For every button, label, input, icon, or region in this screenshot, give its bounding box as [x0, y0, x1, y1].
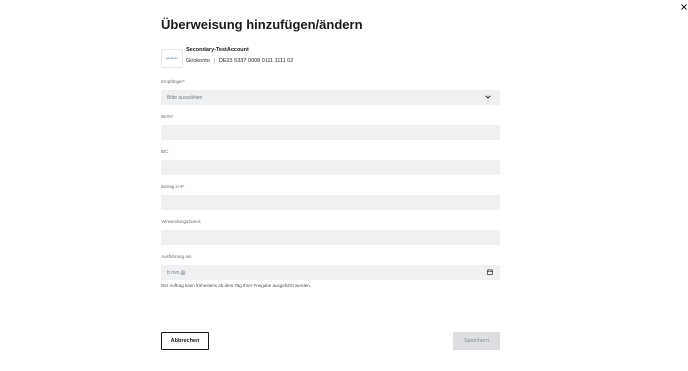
calendar-icon[interactable] [487, 269, 493, 275]
iban-label: IBAN* [161, 114, 174, 119]
account-details: Girokonto DE23 5337 0008 0111 1111 02 [186, 58, 293, 64]
account-type: Girokonto [186, 58, 210, 64]
execution-date-label: Ausführung am [161, 254, 192, 259]
execution-date-input[interactable] [167, 265, 500, 280]
account-iban: DE23 5337 0008 0111 1111 02 [218, 58, 294, 64]
purpose-input[interactable] [167, 230, 500, 245]
recipient-label: Empfänger* [161, 79, 185, 84]
iban-input[interactable] [167, 125, 500, 140]
dialog-title: Überweisung hinzufügen/ändern [161, 17, 363, 32]
account-summary: girokonto Secondary-TestAccount Girokont… [161, 47, 500, 68]
bic-label: BIC [161, 149, 169, 154]
bic-field[interactable] [161, 160, 500, 175]
save-button[interactable]: Speichern [453, 332, 500, 350]
iban-field[interactable] [161, 125, 500, 140]
purpose-field[interactable] [161, 230, 500, 245]
bank-logo: girokonto [161, 49, 183, 68]
amount-field[interactable] [161, 195, 500, 210]
account-divider [213, 58, 215, 64]
amount-label: Betrag in €* [161, 184, 185, 189]
recipient-select-value: Bitte auswählen [167, 94, 203, 101]
chevron-down-icon [485, 95, 491, 99]
execution-hint: Der Auftrag kann frühestens ab dem Tag I… [161, 283, 312, 288]
execution-date-field[interactable] [161, 265, 500, 280]
amount-input[interactable] [167, 195, 500, 210]
bic-input[interactable] [167, 160, 500, 175]
purpose-label: Verwendungszweck [161, 219, 201, 224]
close-button[interactable] [678, 1, 688, 13]
account-name: Secondary-TestAccount [186, 47, 249, 53]
cancel-button[interactable]: Abbrechen [161, 332, 209, 350]
close-icon [681, 4, 687, 10]
recipient-select[interactable]: Bitte auswählen [161, 90, 500, 105]
bank-logo-text: girokonto [166, 57, 178, 60]
